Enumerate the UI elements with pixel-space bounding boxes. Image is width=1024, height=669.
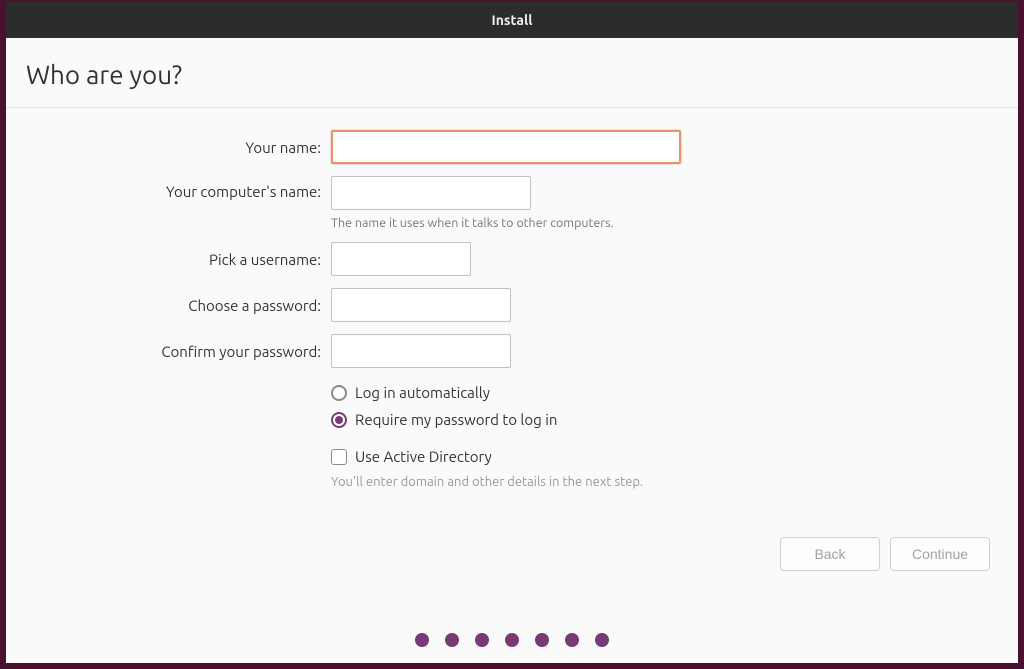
- installer-window: Install Who are you? Your name: Your com…: [6, 2, 1018, 663]
- progress-dot: [445, 633, 459, 647]
- your-name-input[interactable]: [331, 130, 681, 164]
- page-title: Who are you?: [26, 60, 998, 89]
- progress-dot: [595, 633, 609, 647]
- label-username: Pick a username:: [6, 251, 331, 268]
- radio-icon: [331, 385, 347, 401]
- password-input[interactable]: [331, 288, 511, 322]
- label-your-name: Your name:: [6, 139, 331, 156]
- row-your-name: Your name:: [6, 130, 1018, 164]
- label-computer-name: Your computer's name:: [6, 176, 331, 200]
- username-input[interactable]: [331, 242, 471, 276]
- radio-icon: [331, 412, 347, 428]
- titlebar: Install: [6, 2, 1018, 38]
- checkbox-icon: [331, 449, 347, 465]
- progress-dot: [475, 633, 489, 647]
- button-row: Back Continue: [6, 489, 1018, 571]
- heading-row: Who are you?: [6, 38, 1018, 107]
- active-directory-label: Use Active Directory: [355, 448, 492, 465]
- progress-dot: [565, 633, 579, 647]
- label-confirm-password: Confirm your password:: [6, 343, 331, 360]
- row-password: Choose a password:: [6, 288, 1018, 322]
- progress-dot: [505, 633, 519, 647]
- continue-button[interactable]: Continue: [890, 537, 990, 571]
- login-require-password-label: Require my password to log in: [355, 411, 557, 428]
- progress-dot: [415, 633, 429, 647]
- computer-name-input[interactable]: [331, 176, 531, 210]
- back-button[interactable]: Back: [780, 537, 880, 571]
- row-computer-name: Your computer's name: The name it uses w…: [6, 176, 1018, 230]
- confirm-password-input[interactable]: [331, 334, 511, 368]
- label-password: Choose a password:: [6, 297, 331, 314]
- login-auto-label: Log in automatically: [355, 384, 490, 401]
- active-directory-hint: You'll enter domain and other details in…: [331, 475, 1018, 489]
- row-username: Pick a username:: [6, 242, 1018, 276]
- login-options: Log in automatically Require my password…: [331, 384, 1018, 489]
- progress-dots: [6, 633, 1018, 647]
- login-require-password-radio[interactable]: Require my password to log in: [331, 411, 1018, 428]
- progress-dot: [535, 633, 549, 647]
- login-auto-radio[interactable]: Log in automatically: [331, 384, 1018, 401]
- computer-name-hint: The name it uses when it talks to other …: [331, 216, 614, 230]
- active-directory-checkbox[interactable]: Use Active Directory: [331, 448, 1018, 465]
- row-confirm-password: Confirm your password:: [6, 334, 1018, 368]
- window-title: Install: [492, 12, 533, 28]
- form-area: Your name: Your computer's name: The nam…: [6, 108, 1018, 489]
